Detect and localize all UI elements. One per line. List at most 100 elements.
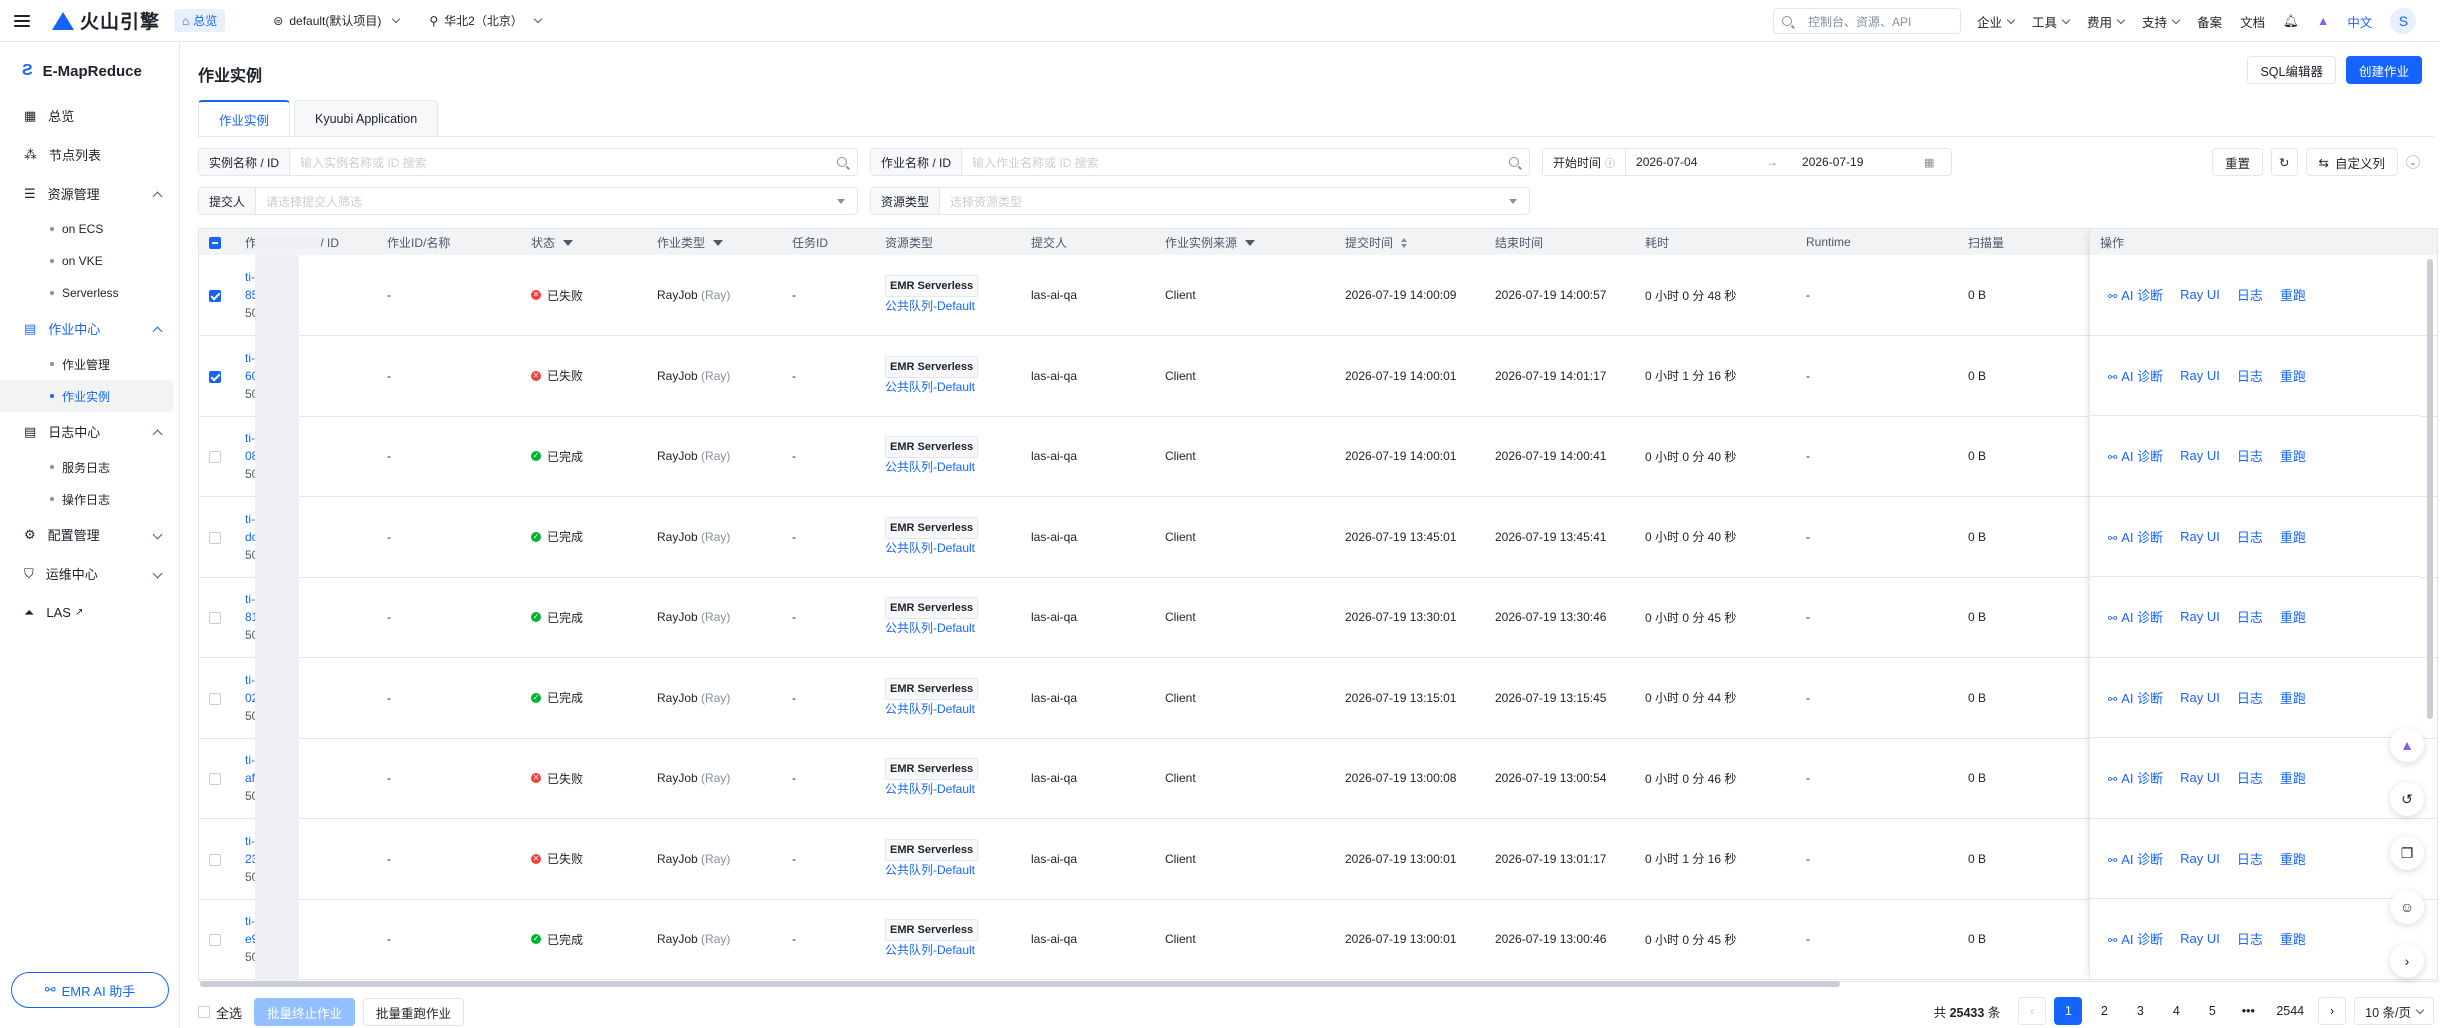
tab-job-instances[interactable]: 作业实例 — [198, 100, 291, 136]
rerun-link[interactable]: 重跑 — [2280, 366, 2306, 385]
sql-editor-button[interactable]: SQL编辑器 — [2247, 56, 2336, 84]
page-5[interactable]: 5 — [2198, 997, 2226, 1025]
page-3[interactable]: 3 — [2126, 997, 2154, 1025]
queue-link[interactable]: 公共队列-Default — [885, 297, 1021, 315]
ray-ui-link[interactable]: Ray UI — [2180, 448, 2220, 463]
row-checkbox[interactable] — [209, 531, 221, 544]
ray-ui-link[interactable]: Ray UI — [2180, 931, 2220, 946]
row-checkbox[interactable] — [209, 773, 221, 786]
submitter-select[interactable]: 提交人 请选择提交人筛选 — [198, 187, 858, 215]
col-job-type[interactable]: 作业类型 — [647, 229, 782, 255]
sidebar-item-nodes[interactable]: ⁂ 节点列表 — [0, 135, 179, 174]
sidebar-sub-job-management[interactable]: 作业管理 — [0, 348, 179, 380]
page-size-select[interactable]: 10 条/页 — [2354, 997, 2434, 1025]
queue-link[interactable]: 公共队列-Default — [885, 700, 1021, 718]
ai-diagnose-link[interactable]: ⚯ AI 诊断 — [2108, 768, 2163, 787]
vertical-scrollbar[interactable] — [2427, 259, 2433, 719]
ai-diagnose-link[interactable]: ⚯ AI 诊断 — [2108, 688, 2163, 707]
sidebar-sub-operation-logs[interactable]: 操作日志 — [0, 483, 179, 515]
log-link[interactable]: 日志 — [2237, 849, 2263, 868]
next-page-icon[interactable]: › — [2318, 997, 2347, 1025]
instance-search-field[interactable]: 实例名称 / ID 输入实例名称或 ID 搜索 — [198, 148, 858, 176]
header-select-all[interactable] — [199, 229, 235, 255]
batch-stop-button[interactable]: 批量终止作业 — [254, 998, 356, 1026]
log-link[interactable]: 日志 — [2237, 366, 2263, 385]
ray-ui-link[interactable]: Ray UI — [2180, 609, 2220, 624]
global-search-input[interactable]: 控制台、资源、API — [1773, 8, 1961, 34]
sort-icon[interactable] — [1401, 238, 1408, 249]
sidebar-item-las[interactable]: ⏶ LAS ↗ — [0, 593, 179, 632]
sidebar-item-config[interactable]: ⚙ 配置管理 — [0, 515, 179, 554]
start-date-value[interactable]: 2026-07-04 — [1626, 155, 1766, 169]
col-source[interactable]: 作业实例来源 — [1155, 229, 1335, 255]
sidebar-sub-on-ecs[interactable]: on ECS — [0, 213, 179, 245]
job-search-field[interactable]: 作业名称 / ID 输入作业名称或 ID 搜索 — [870, 148, 1530, 176]
row-checkbox[interactable] — [209, 289, 221, 302]
ray-ui-link[interactable]: Ray UI — [2180, 770, 2220, 785]
log-link[interactable]: 日志 — [2237, 688, 2263, 707]
book-icon[interactable]: ❐ — [2390, 836, 2424, 870]
ai-diagnose-link[interactable]: ⚯ AI 诊断 — [2108, 285, 2163, 304]
date-range-picker[interactable]: 开始时间 ⓘ 2026-07-04 → 2026-07-19 ▦ — [1542, 148, 1952, 176]
queue-link[interactable]: 公共队列-Default — [885, 861, 1021, 879]
row-checkbox[interactable] — [209, 612, 221, 625]
col-status[interactable]: 状态 — [521, 229, 647, 255]
row-checkbox[interactable] — [209, 934, 221, 947]
reset-button[interactable]: 重置 — [2212, 148, 2264, 176]
header-checkbox[interactable] — [209, 236, 221, 249]
ai-diagnose-link[interactable]: ⚯ AI 诊断 — [2108, 527, 2163, 546]
page-ellipsis[interactable]: ••• — [2234, 997, 2262, 1025]
batch-rerun-button[interactable]: 批量重跑作业 — [363, 998, 465, 1026]
ray-ui-link[interactable]: Ray UI — [2180, 851, 2220, 866]
rerun-link[interactable]: 重跑 — [2280, 768, 2306, 787]
tab-kyuubi-application[interactable]: Kyuubi Application — [294, 100, 439, 136]
queue-link[interactable]: 公共队列-Default — [885, 619, 1021, 637]
queue-link[interactable]: 公共队列-Default — [885, 539, 1021, 557]
select-all-checkbox[interactable] — [198, 1006, 210, 1018]
nav-billing[interactable]: 费用 — [2087, 12, 2126, 31]
rerun-link[interactable]: 重跑 — [2280, 446, 2306, 465]
sidebar-sub-job-instances[interactable]: 作业实例 — [0, 380, 173, 412]
queue-link[interactable]: 公共队列-Default — [885, 458, 1021, 476]
rerun-link[interactable]: 重跑 — [2280, 285, 2306, 304]
rerun-link[interactable]: 重跑 — [2280, 929, 2306, 948]
ai-assistant-icon[interactable]: ▲ — [2317, 14, 2329, 28]
chevron-right-icon[interactable]: › — [2390, 944, 2424, 978]
ray-ui-link[interactable]: Ray UI — [2180, 690, 2220, 705]
page-last[interactable]: 2544 — [2270, 997, 2310, 1025]
page-1[interactable]: 1 — [2054, 997, 2083, 1025]
end-date-value[interactable]: 2026-07-19 — [1792, 155, 1924, 169]
ray-ui-link[interactable]: Ray UI — [2180, 529, 2220, 544]
row-checkbox[interactable] — [209, 692, 221, 705]
sidebar-item-resources[interactable]: ☰ 资源管理 — [0, 174, 179, 213]
search-icon[interactable] — [1509, 157, 1519, 167]
row-select[interactable] — [199, 416, 235, 497]
ai-diagnose-link[interactable]: ⚯ AI 诊断 — [2108, 607, 2163, 626]
nav-enterprise[interactable]: 企业 — [1977, 12, 2016, 31]
row-select[interactable] — [199, 577, 235, 658]
sidebar-item-log-center[interactable]: ▤ 日志中心 — [0, 412, 179, 451]
emr-ai-assistant-button[interactable]: ⚯ EMR AI 助手 — [11, 972, 169, 1008]
nav-docs[interactable]: 文档 — [2240, 12, 2265, 31]
prev-page-icon[interactable]: ‹ — [2018, 997, 2047, 1025]
row-select[interactable] — [199, 335, 235, 417]
sidebar-sub-service-logs[interactable]: 服务日志 — [0, 451, 179, 483]
custom-columns-button[interactable]: ⇆ 自定义列 — [2305, 148, 2398, 176]
rerun-link[interactable]: 重跑 — [2280, 688, 2306, 707]
row-checkbox[interactable] — [209, 853, 221, 866]
queue-link[interactable]: 公共队列-Default — [885, 378, 1021, 396]
history-icon[interactable]: ↺ — [2390, 782, 2424, 816]
nav-filing[interactable]: 备案 — [2197, 12, 2222, 31]
sidebar-sub-serverless[interactable]: Serverless — [0, 277, 179, 309]
log-link[interactable]: 日志 — [2237, 607, 2263, 626]
row-select[interactable] — [199, 255, 235, 336]
sidebar-sub-on-vke[interactable]: on VKE — [0, 245, 179, 277]
row-select[interactable] — [199, 657, 235, 739]
horizontal-scrollbar[interactable] — [200, 981, 1840, 987]
row-select[interactable] — [199, 496, 235, 578]
language-switch[interactable]: 中文 — [2347, 12, 2372, 31]
menu-icon[interactable] — [14, 14, 30, 27]
ray-ui-link[interactable]: Ray UI — [2180, 368, 2220, 383]
ai-diagnose-link[interactable]: ⚯ AI 诊断 — [2108, 446, 2163, 465]
ai-diagnose-link[interactable]: ⚯ AI 诊断 — [2108, 366, 2163, 385]
